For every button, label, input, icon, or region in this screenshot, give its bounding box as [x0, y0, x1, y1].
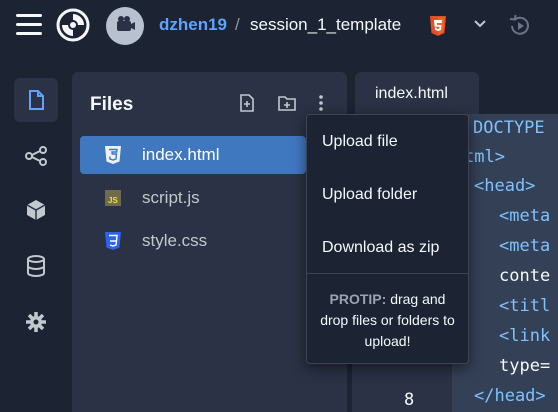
- upload-file-menu-item[interactable]: Upload file: [322, 133, 398, 151]
- left-rail: [8, 72, 64, 412]
- editor-tab[interactable]: index.html: [355, 72, 479, 114]
- menu-icon[interactable]: [16, 14, 42, 36]
- file-row[interactable]: style.css: [80, 222, 306, 260]
- editor-tab-label: index.html: [375, 85, 448, 102]
- code-line: </head>: [474, 386, 546, 406]
- settings-icon: [26, 312, 46, 332]
- files-icon: [29, 90, 44, 110]
- download-zip-menu-item[interactable]: Download as zip: [322, 239, 439, 257]
- rail-item-database[interactable]: [14, 244, 58, 288]
- html5-file-icon: [105, 146, 121, 164]
- js-file-icon: JS: [105, 190, 121, 206]
- upload-folder-menu-item[interactable]: Upload folder: [322, 186, 417, 204]
- file-name: script.js: [142, 188, 200, 207]
- chevron-down-icon[interactable]: [473, 17, 487, 31]
- html5-icon: [430, 16, 446, 36]
- packages-icon: [26, 200, 46, 220]
- protip-label: PROTIP:: [329, 291, 387, 307]
- replit-logo[interactable]: [56, 8, 90, 42]
- code-line: type=: [499, 356, 551, 376]
- version-control-icon: [25, 146, 47, 166]
- history-icon[interactable]: [507, 13, 533, 39]
- add-file-icon[interactable]: [238, 94, 256, 112]
- top-bar: dzhen19 / session_1_template: [0, 0, 558, 52]
- line-number: 8: [404, 390, 415, 410]
- svg-text:JS: JS: [108, 196, 118, 205]
- code-line: <titl: [499, 296, 551, 316]
- code-line: <head>: [474, 176, 536, 196]
- owner-link[interactable]: dzhen19: [159, 15, 227, 35]
- file-row[interactable]: index.html: [80, 136, 306, 174]
- rail-item-files[interactable]: [14, 78, 58, 122]
- code-line: <meta: [499, 206, 551, 226]
- menu-divider: [307, 273, 468, 274]
- rail-item-packages[interactable]: [14, 188, 58, 232]
- code-line: conte: [499, 266, 551, 286]
- rail-item-version-control[interactable]: [14, 134, 58, 178]
- file-name: index.html: [142, 145, 220, 164]
- code-line: <link: [499, 326, 551, 346]
- add-folder-icon[interactable]: [278, 94, 296, 112]
- css3-file-icon: [105, 232, 121, 250]
- repl-name[interactable]: session_1_template: [250, 15, 401, 35]
- file-name: style.css: [142, 231, 208, 250]
- database-icon: [27, 255, 45, 277]
- files-options-menu: Upload file Upload folder Download as zi…: [306, 114, 469, 364]
- code-line: <meta: [499, 236, 551, 256]
- files-title: Files: [90, 94, 134, 115]
- rail-item-settings[interactable]: [14, 300, 58, 344]
- more-options-icon[interactable]: [312, 94, 330, 112]
- code-line: tml>: [464, 147, 505, 167]
- protip: PROTIP: drag and drop files or folders t…: [315, 289, 460, 352]
- file-row[interactable]: JS script.js: [80, 179, 306, 217]
- breadcrumb-separator: /: [235, 15, 240, 34]
- avatar[interactable]: [106, 7, 144, 45]
- code-line: DOCTYPE: [473, 118, 545, 138]
